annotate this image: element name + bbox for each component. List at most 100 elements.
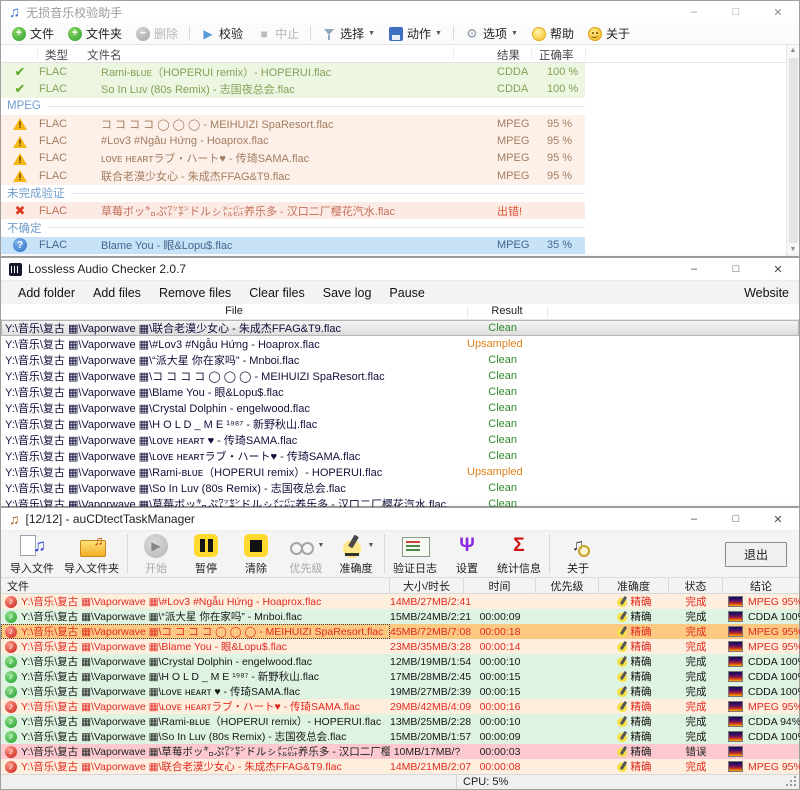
toolbar-button[interactable]: ▼ 准确度 (331, 531, 381, 577)
scrollbar[interactable]: ▲ ▼ (786, 45, 799, 256)
column-header-time[interactable]: 时间 (464, 578, 536, 593)
toolbar-button[interactable]: 文件夹 (61, 23, 129, 45)
toolbar-button[interactable]: 统计信息 (492, 531, 546, 577)
toolbar-button[interactable] (549, 534, 550, 574)
table-row[interactable]: Y:\音乐\复古 ▦\Vaporwave ▦\#Lov3 #Ngẫu Hứng … (1, 594, 799, 609)
column-header-accuracy[interactable]: 正确率 (539, 47, 574, 63)
table-row[interactable]: FLAC 联合老漠少女心 - 朱成杰FFAG&T9.flac MPEG 95 % (1, 167, 585, 184)
toolbar-button[interactable]: 帮助 (525, 23, 581, 45)
column-header-size[interactable]: 大小/时长 (390, 578, 464, 593)
toolbar-button[interactable]: 验证日志 (388, 531, 442, 577)
toolbar-button[interactable]: 选项 ▼ (458, 23, 525, 45)
table-row[interactable]: Y:\音乐\复古 ▦\Vaporwave ▦\联合老漠少女心 - 朱成杰FFAG… (1, 320, 799, 336)
table-row[interactable]: FLAC Blame You - 眼&Lopu$.flac MPEG 35 % (1, 237, 585, 254)
dropdown-arrow-icon[interactable]: ▼ (368, 30, 375, 37)
column-header-result[interactable]: 结果 (497, 47, 520, 63)
table-row[interactable]: FLAC #Lov3 #Ngẫu Hứng - Hoaprox.flac MPE… (1, 132, 585, 149)
close-button[interactable]: ✕ (757, 258, 799, 280)
toolbar-button[interactable]: 导入文件夹 (59, 531, 124, 577)
table-row[interactable]: Y:\音乐\复古 ▦\Vaporwave ▦\H O L D _ M E ¹⁹⁸… (1, 416, 799, 432)
toolbar-button[interactable] (127, 534, 128, 574)
titlebar[interactable]: Lossless Audio Checker 2.0.7 – □ ✕ (1, 258, 799, 280)
toolbar-button[interactable]: 设置 (442, 531, 492, 577)
table-row[interactable]: MPEG (1, 98, 585, 115)
column-header-file[interactable]: File (1, 305, 467, 317)
table-row[interactable]: Y:\音乐\复古 ▦\Vaporwave ▦\ʟᴏᴠᴇ ʜᴇᴀʀᴛラブ・ハート♥… (1, 448, 799, 464)
toolbar-button[interactable]: 动作 ▼ (382, 23, 449, 45)
table-row[interactable]: Y:\音乐\复古 ▦\Vaporwave ▦\草莓ボッ㌔ぷ㍗㌢ドルㇱ㍍㌫养乐多 … (1, 744, 799, 759)
table-row[interactable]: Y:\音乐\复古 ▦\Vaporwave ▦\#Lov3 #Ngẫu Hứng … (1, 336, 799, 352)
toolbar-button[interactable]: 中止 (250, 23, 306, 45)
table-row[interactable]: FLAC Rami-ʙʟᴜᴇ（HOPERUI remix）- HOPERUI.f… (1, 63, 585, 80)
menu-item[interactable]: Clear files (240, 286, 314, 300)
titlebar[interactable]: 无损音乐校验助手 – □ ✕ (1, 1, 799, 23)
table-row[interactable]: Y:\音乐\复古 ▦\Vaporwave ▦\H O L D _ M E ¹⁹⁸… (1, 669, 799, 684)
table-row[interactable]: FLAC ʟᴏᴠᴇ ʜᴇᴀʀᴛラブ・ハート♥ - 传琦SAMA.flac MPE… (1, 150, 585, 167)
toolbar-button[interactable]: 清除 (231, 531, 281, 577)
table-row[interactable]: Y:\音乐\复古 ▦\Vaporwave ▦\Blame You - 眼&Lop… (1, 639, 799, 654)
dropdown-arrow-icon[interactable]: ▼ (435, 30, 442, 37)
table-row[interactable]: Y:\音乐\复古 ▦\Vaporwave ▦\“派大星 你在家吗” - Mnbo… (1, 352, 799, 368)
close-button[interactable]: ✕ (757, 1, 799, 23)
table-row[interactable]: Y:\音乐\复古 ▦\Vaporwave ▦\ʟᴏᴠᴇ ʜᴇᴀʀᴛラブ・ハート♥… (1, 699, 799, 714)
column-header-accuracy[interactable]: 准确度 (599, 578, 669, 593)
toolbar-button[interactable] (453, 26, 454, 41)
table-row[interactable]: Y:\音乐\复古 ▦\Vaporwave ▦\Crystal Dolphin -… (1, 400, 799, 416)
exit-button[interactable]: 退出 (725, 542, 787, 567)
table-row[interactable]: Y:\音乐\复古 ▦\Vaporwave ▦\コ コ コ コ ◯ ◯ ◯ - M… (1, 624, 799, 639)
maximize-button[interactable]: □ (715, 1, 757, 23)
table-row[interactable]: Y:\音乐\复古 ▦\Vaporwave ▦\“派大星 你在家吗” - Mnbo… (1, 609, 799, 624)
dropdown-arrow-icon[interactable]: ▼ (318, 542, 325, 549)
resize-grip[interactable] (794, 784, 796, 786)
table-row[interactable]: Y:\音乐\复古 ▦\Vaporwave ▦\コ コ コ コ ◯ ◯ ◯ - M… (1, 368, 799, 384)
scroll-up-icon[interactable]: ▲ (790, 46, 797, 56)
menu-item[interactable]: Add folder (9, 286, 84, 300)
table-row[interactable]: FLAC コ コ コ コ ◯ ◯ ◯ - MEIHUIZI SpaResort.… (1, 115, 585, 132)
table-row[interactable]: Y:\音乐\复古 ▦\Vaporwave ▦\Rami-ʙʟᴜᴇ（HOPERUI… (1, 464, 799, 480)
column-header-type[interactable]: 类型 (45, 47, 68, 63)
toolbar-button[interactable] (310, 26, 311, 41)
toolbar-button[interactable]: 关于 (581, 23, 637, 45)
table-row[interactable]: Y:\音乐\复古 ▦\Vaporwave ▦\Crystal Dolphin -… (1, 654, 799, 669)
menu-item[interactable]: Remove files (150, 286, 240, 300)
dropdown-arrow-icon[interactable]: ▼ (511, 30, 518, 37)
menu-item[interactable]: Pause (380, 286, 433, 300)
toolbar-button[interactable]: 校验 (194, 23, 250, 45)
table-row[interactable]: Y:\音乐\复古 ▦\Vaporwave ▦\联合老漠少女心 - 朱成杰FFAG… (1, 759, 799, 774)
toolbar-button[interactable]: 删除 (129, 23, 185, 45)
table-row[interactable]: Y:\音乐\复古 ▦\Vaporwave ▦\Blame You - 眼&Lop… (1, 384, 799, 400)
maximize-button[interactable]: □ (715, 508, 757, 530)
menu-item[interactable]: Save log (314, 286, 381, 300)
menu-item-website[interactable]: Website (742, 286, 791, 300)
toolbar-button[interactable] (384, 534, 385, 574)
table-row[interactable]: Y:\音乐\复古 ▦\Vaporwave ▦\ʟᴏᴠᴇ ʜᴇᴀʀᴛ ♥ - 传琦… (1, 684, 799, 699)
column-header-file[interactable]: 文件名 (87, 47, 122, 63)
table-row[interactable]: FLAC So In Luv (80s Remix) - 志国夜总会.flac … (1, 80, 585, 97)
table-row[interactable]: Y:\音乐\复古 ▦\Vaporwave ▦\ʟᴏᴠᴇ ʜᴇᴀʀᴛ ♥ - 传琦… (1, 432, 799, 448)
toolbar-button[interactable] (189, 26, 190, 41)
minimize-button[interactable]: – (673, 258, 715, 280)
toolbar-button[interactable]: 开始 (131, 531, 181, 577)
toolbar-button[interactable]: 选择 ▼ (315, 23, 382, 45)
dropdown-arrow-icon[interactable]: ▼ (368, 542, 375, 549)
toolbar-button[interactable]: 关于 (553, 531, 603, 577)
toolbar-button[interactable]: 文件 (5, 23, 61, 45)
column-header-priority[interactable]: 优先级 (536, 578, 599, 593)
table-row[interactable]: 不确定 (1, 219, 585, 236)
menu-item[interactable]: Add files (84, 286, 150, 300)
table-row[interactable]: Y:\音乐\复古 ▦\Vaporwave ▦\So In Luv (80s Re… (1, 729, 799, 744)
table-row[interactable]: Y:\音乐\复古 ▦\Vaporwave ▦\So In Luv (80s Re… (1, 480, 799, 496)
titlebar[interactable]: [12/12] - auCDtectTaskManager – □ ✕ (1, 508, 799, 530)
column-header-status[interactable]: 状态 (669, 578, 723, 593)
minimize-button[interactable]: – (673, 1, 715, 23)
column-header-file[interactable]: 文件 (1, 578, 390, 593)
minimize-button[interactable]: – (673, 508, 715, 530)
table-row[interactable]: 未完成验证 (1, 185, 585, 202)
scroll-thumb[interactable] (789, 58, 798, 243)
toolbar-button[interactable]: 暂停 (181, 531, 231, 577)
column-header-result[interactable]: 结论 (723, 578, 799, 593)
table-row[interactable]: FLAC 草莓ボッ㌔ぷ㍗㌢ドルㇱ㍍㌫养乐多 - 汉口二厂樱花汽水.flac 出错… (1, 202, 585, 219)
column-header-result[interactable]: Result (467, 305, 547, 317)
close-button[interactable]: ✕ (757, 508, 799, 530)
maximize-button[interactable]: □ (715, 258, 757, 280)
